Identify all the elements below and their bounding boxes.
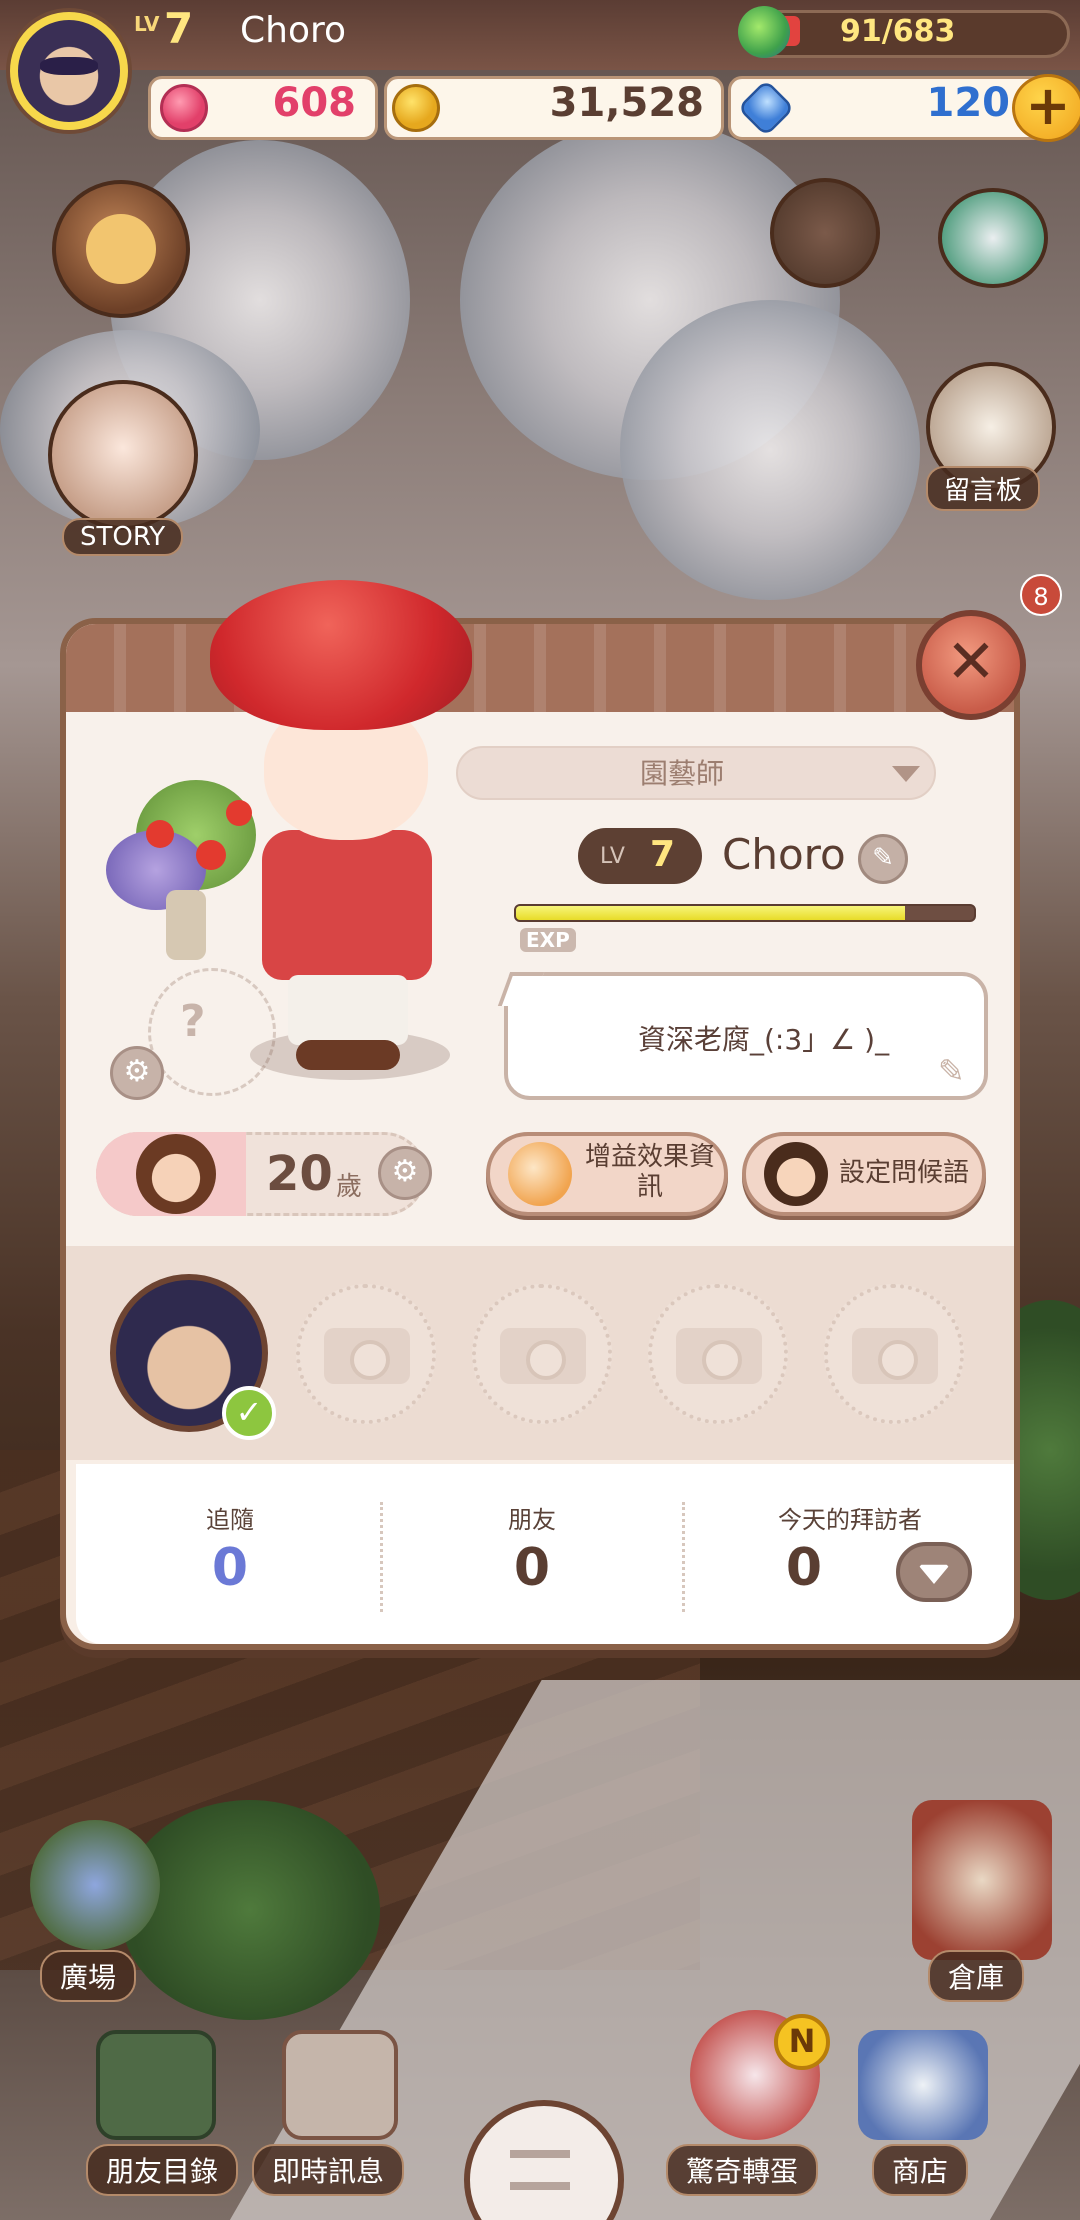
character-shoes <box>296 1040 400 1070</box>
notification-badge: 8 <box>1020 574 1062 616</box>
greeting-face-icon <box>764 1142 828 1206</box>
age-unit: 歲 <box>336 1172 363 1202</box>
buy-gems-button[interactable]: + <box>1012 74 1080 142</box>
coin-icon <box>392 84 440 132</box>
buff-info-label: 增益效果資訊 <box>584 1142 715 1202</box>
energy-drop-icon <box>738 6 790 58</box>
player-avatar[interactable] <box>6 8 132 134</box>
camera-icon <box>500 1328 586 1384</box>
stat-divider <box>682 1502 685 1612</box>
instant-message-label[interactable]: 即時訊息 <box>252 2144 405 2196</box>
plant-trunk <box>166 890 206 960</box>
level-label: LV <box>134 12 160 36</box>
storage-box-button[interactable] <box>938 188 1048 288</box>
character-hair <box>210 580 472 730</box>
exp-label: EXP <box>520 928 576 952</box>
age-settings-gear-icon[interactable]: ⚙ <box>378 1146 432 1200</box>
warehouse-icon[interactable] <box>912 1800 1052 1960</box>
set-greeting-label: 設定問候語 <box>838 1158 969 1188</box>
flower <box>226 800 252 826</box>
plant-settings-gear-icon[interactable]: ⚙ <box>110 1046 164 1100</box>
follow-count[interactable]: 0 <box>130 1538 330 1598</box>
friends-count[interactable]: 0 <box>432 1538 632 1598</box>
profile-plant[interactable] <box>86 770 286 970</box>
stat-divider <box>380 1502 383 1612</box>
profile-card-header <box>66 624 1014 712</box>
profile-name: Choro <box>722 830 846 879</box>
camera-icon <box>676 1328 762 1384</box>
buff-icon <box>508 1142 572 1206</box>
gacha-label[interactable]: 驚奇轉蛋 <box>666 2144 819 2196</box>
edit-name-pencil-icon[interactable]: ✎ <box>858 834 908 884</box>
close-button[interactable]: ✕ <box>916 610 1026 720</box>
new-badge: N <box>774 2014 830 2070</box>
follow-label: 追隨 <box>206 1506 254 1534</box>
decor-edit-button[interactable] <box>770 178 880 288</box>
coins-value: 31,528 <box>549 80 704 126</box>
chevron-up-icon <box>86 214 156 284</box>
edit-status-pencil-icon[interactable]: ✎ <box>938 1052 965 1090</box>
hamburger-menu-icon <box>510 2150 570 2190</box>
message-board-label: 留言板 <box>926 466 1041 511</box>
exp-bar-fill <box>516 906 906 920</box>
player-level: 7 <box>164 4 194 53</box>
selected-check-icon: ✓ <box>222 1386 276 1440</box>
plaza-label[interactable]: 廣場 <box>40 1950 137 2002</box>
status-message-text: 資深老腐_(:3」∠ )_ <box>638 1023 890 1056</box>
girl-avatar-icon <box>136 1134 216 1214</box>
player-name: Choro <box>240 10 347 51</box>
heart-icon <box>160 84 208 132</box>
shop-label[interactable]: 商店 <box>872 2144 969 2196</box>
camera-icon <box>852 1328 938 1384</box>
flower <box>146 820 174 848</box>
visitors-label: 今天的拜訪者 <box>778 1506 922 1534</box>
friend-list-label[interactable]: 朋友目錄 <box>86 2144 239 2196</box>
story-button[interactable] <box>48 380 198 530</box>
flower <box>196 840 226 870</box>
visitors-count: 0 <box>785 1538 823 1598</box>
exp-bar <box>514 904 976 922</box>
profile-level-value: 7 <box>650 834 676 875</box>
profile-level-label: LV <box>600 844 625 869</box>
shop-icon[interactable] <box>858 2030 988 2140</box>
friends-label: 朋友 <box>508 1506 556 1534</box>
hearts-value: 608 <box>272 80 357 126</box>
title-select-value: 園藝師 <box>640 757 725 790</box>
visitors-dropdown-button[interactable] <box>896 1542 972 1602</box>
plant-slot-question: ? <box>180 996 206 1047</box>
energy-value: 91/683 <box>840 14 956 49</box>
story-label: STORY <box>62 518 184 556</box>
set-greeting-button[interactable]: 設定問候語 <box>742 1132 986 1216</box>
buff-info-button[interactable]: 增益效果資訊 <box>486 1132 728 1216</box>
friend-list-book-icon[interactable] <box>96 2030 216 2140</box>
warehouse-label[interactable]: 倉庫 <box>928 1950 1025 2002</box>
profile-level-badge <box>578 828 702 884</box>
bush <box>120 1800 380 2020</box>
instant-message-icon[interactable] <box>282 2030 398 2140</box>
avatar-face <box>18 20 120 122</box>
expand-menu-button[interactable] <box>52 180 190 318</box>
snowy-tree <box>620 300 920 600</box>
plant-slot[interactable] <box>148 968 276 1096</box>
camera-icon <box>324 1328 410 1384</box>
chevron-down-icon <box>892 766 920 782</box>
age-value: 20 <box>266 1146 333 1202</box>
character-body <box>262 830 432 980</box>
character-shorts <box>288 975 408 1045</box>
gems-value: 120 <box>926 80 1011 126</box>
plaza-icon[interactable] <box>30 1820 160 1950</box>
